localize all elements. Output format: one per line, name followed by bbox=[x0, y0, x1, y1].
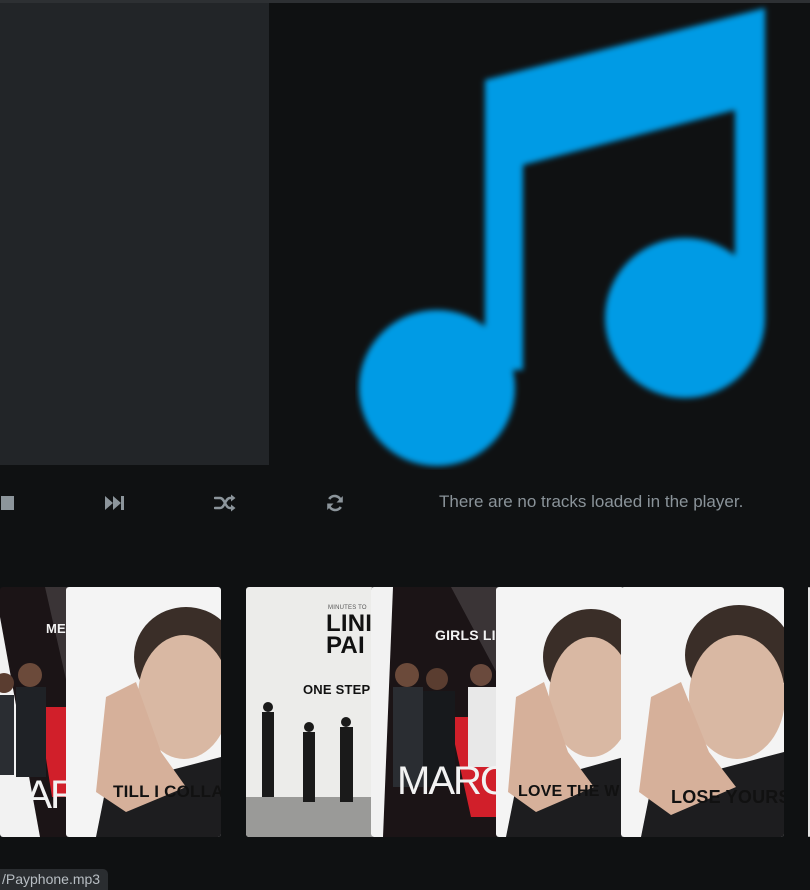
shuffle-button[interactable] bbox=[210, 482, 240, 524]
cover-title: TILL I COLLA bbox=[113, 782, 221, 801]
cover-eminem-love-the-way[interactable]: LOVE THE W bbox=[496, 587, 624, 837]
skip-forward-icon bbox=[105, 496, 124, 510]
video-panel bbox=[0, 3, 269, 465]
cover-title: ONE STEP bbox=[303, 682, 371, 697]
cover-maroon5-partial[interactable]: ME MARO bbox=[0, 587, 70, 837]
stop-button[interactable] bbox=[0, 482, 16, 524]
album-art-placeholder bbox=[355, 0, 775, 470]
cover-eminem-lose-yourself[interactable]: LOSE YOURS bbox=[621, 587, 784, 837]
album-carousel: ME MARO TILL I COLLA MINUTES TO LINI PAI… bbox=[0, 587, 810, 837]
cover-logo: MARO bbox=[0, 773, 70, 817]
cover-title: LOVE THE W bbox=[518, 783, 620, 800]
cover-title: GIRLS LI bbox=[435, 627, 496, 643]
cover-title: LOSE YOURS bbox=[671, 787, 784, 807]
cover-logo-bottom: PAI bbox=[326, 632, 365, 659]
player-status-message: There are no tracks loaded in the player… bbox=[439, 492, 744, 511]
now-playing-filename: /Payphone.mp3 bbox=[0, 869, 109, 890]
cover-maroon5-girls-like-you[interactable]: GIRLS LI MARC bbox=[371, 587, 499, 837]
repeat-button[interactable] bbox=[320, 482, 350, 524]
music-note-icon bbox=[359, 8, 765, 466]
next-button[interactable] bbox=[100, 482, 130, 524]
stop-icon bbox=[1, 496, 14, 510]
repeat-icon bbox=[327, 494, 343, 512]
cover-eminem-till-i-collapse[interactable]: TILL I COLLA bbox=[66, 587, 221, 837]
cover-logo: MARC bbox=[397, 759, 499, 803]
shuffle-icon bbox=[214, 494, 236, 512]
cover-title: ME bbox=[46, 621, 66, 636]
cover-linkin-park-one-step[interactable]: MINUTES TO LINI PAI ONE STEP bbox=[246, 587, 374, 837]
